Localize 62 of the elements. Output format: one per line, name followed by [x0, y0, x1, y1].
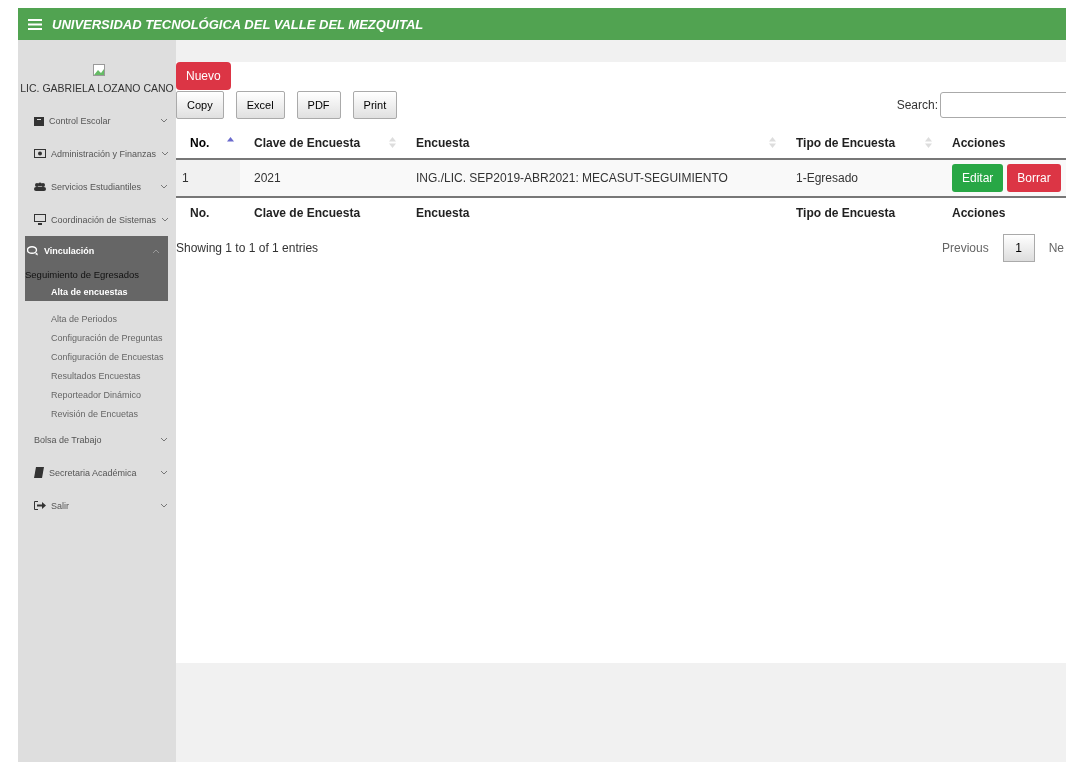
page-button[interactable]: 1 — [1002, 234, 1035, 262]
sidebar-item[interactable]: Bolsa de Trabajo — [18, 423, 176, 456]
chevron-icon — [160, 117, 168, 124]
comments-icon — [27, 246, 39, 256]
chevron-icon — [152, 248, 160, 254]
sidebar-item[interactable]: Vinculación — [25, 236, 168, 266]
column-footer: Acciones — [938, 197, 1066, 228]
column-footer: No. — [176, 197, 240, 228]
sidebar-item[interactable]: Secretaria Académica — [18, 456, 176, 489]
submenu-heading[interactable]: Seguimiento de Egresados — [25, 266, 168, 282]
submenu-item[interactable]: Revisión de Encuetas — [18, 404, 176, 423]
column-header[interactable]: No. — [176, 128, 240, 159]
users-icon — [34, 182, 46, 191]
monitor-icon — [34, 214, 46, 225]
column-header[interactable]: Tipo de Encuesta — [782, 128, 938, 159]
sidebar-item[interactable]: Coordinación de Sistemas — [18, 203, 176, 236]
table-cell: 2021 — [240, 159, 402, 197]
column-header[interactable]: Clave de Encuesta — [240, 128, 402, 159]
entries-info: Showing 1 to 1 of 1 entries — [176, 241, 319, 255]
export-button[interactable]: Copy — [176, 91, 224, 119]
column-footer: Clave de Encuesta — [240, 197, 402, 228]
sidebar-item[interactable]: Servicios Estudiantiles — [18, 170, 176, 203]
money-icon — [34, 149, 46, 158]
export-button[interactable]: Excel — [235, 91, 285, 119]
column-header[interactable]: Acciones — [938, 128, 1066, 159]
previous-link[interactable]: Previous — [941, 241, 989, 255]
sign-out-icon — [34, 501, 46, 510]
sidebar-item[interactable]: Salir — [18, 489, 176, 522]
menu-icon[interactable] — [28, 18, 42, 30]
submenu-item[interactable]: Resultados Encuestas — [18, 366, 176, 385]
search-label: Search: — [896, 98, 938, 112]
folder-icon — [34, 115, 44, 126]
table-cell: ING./LIC. SEP2019-ABR2021: MECASUT-SEGUIMIENTO — [402, 159, 782, 197]
export-button[interactable]: Print — [352, 91, 398, 119]
book-icon — [34, 467, 44, 478]
app-title: UNIVERSIDAD TECNOLÓGICA DEL VALLE DEL MEZQUITAL — [52, 16, 424, 32]
submenu-item[interactable]: Configuración de Encuestas — [18, 347, 176, 366]
table-cell: 1-Egresado — [782, 159, 938, 197]
user-name: LIC. GABRIELA LOZANO CANO — [19, 82, 175, 94]
chevron-icon — [160, 469, 168, 476]
submenu-item[interactable]: Reporteador Dinámico — [18, 385, 176, 404]
broken-image-icon — [92, 64, 105, 76]
chevron-icon — [161, 150, 170, 157]
chevron-icon — [160, 183, 168, 190]
submenu-item[interactable]: Alta de Periodos — [18, 309, 176, 328]
column-footer: Tipo de Encuesta — [782, 197, 938, 228]
column-header[interactable]: Encuesta — [402, 128, 782, 159]
new-button[interactable]: Nuevo — [176, 62, 231, 90]
chevron-icon — [161, 216, 170, 223]
sidebar-item[interactable]: Control Escolar — [18, 104, 176, 137]
submenu-item[interactable]: Alta de encuestas — [25, 282, 168, 301]
table-cell: 1 — [176, 159, 240, 197]
submenu-item[interactable]: Configuración de Preguntas — [18, 328, 176, 347]
column-footer: Encuesta — [402, 197, 782, 228]
chevron-icon — [160, 436, 168, 443]
sidebar-item[interactable]: Administración y Finanzas — [18, 137, 176, 170]
export-button[interactable]: PDF — [296, 91, 341, 119]
delete-button[interactable]: Borrar — [1007, 164, 1061, 192]
next-link[interactable]: Ne — [1048, 241, 1064, 255]
chevron-icon — [160, 502, 168, 509]
edit-button[interactable]: Editar — [952, 164, 1004, 192]
search-field[interactable] — [940, 92, 1066, 118]
